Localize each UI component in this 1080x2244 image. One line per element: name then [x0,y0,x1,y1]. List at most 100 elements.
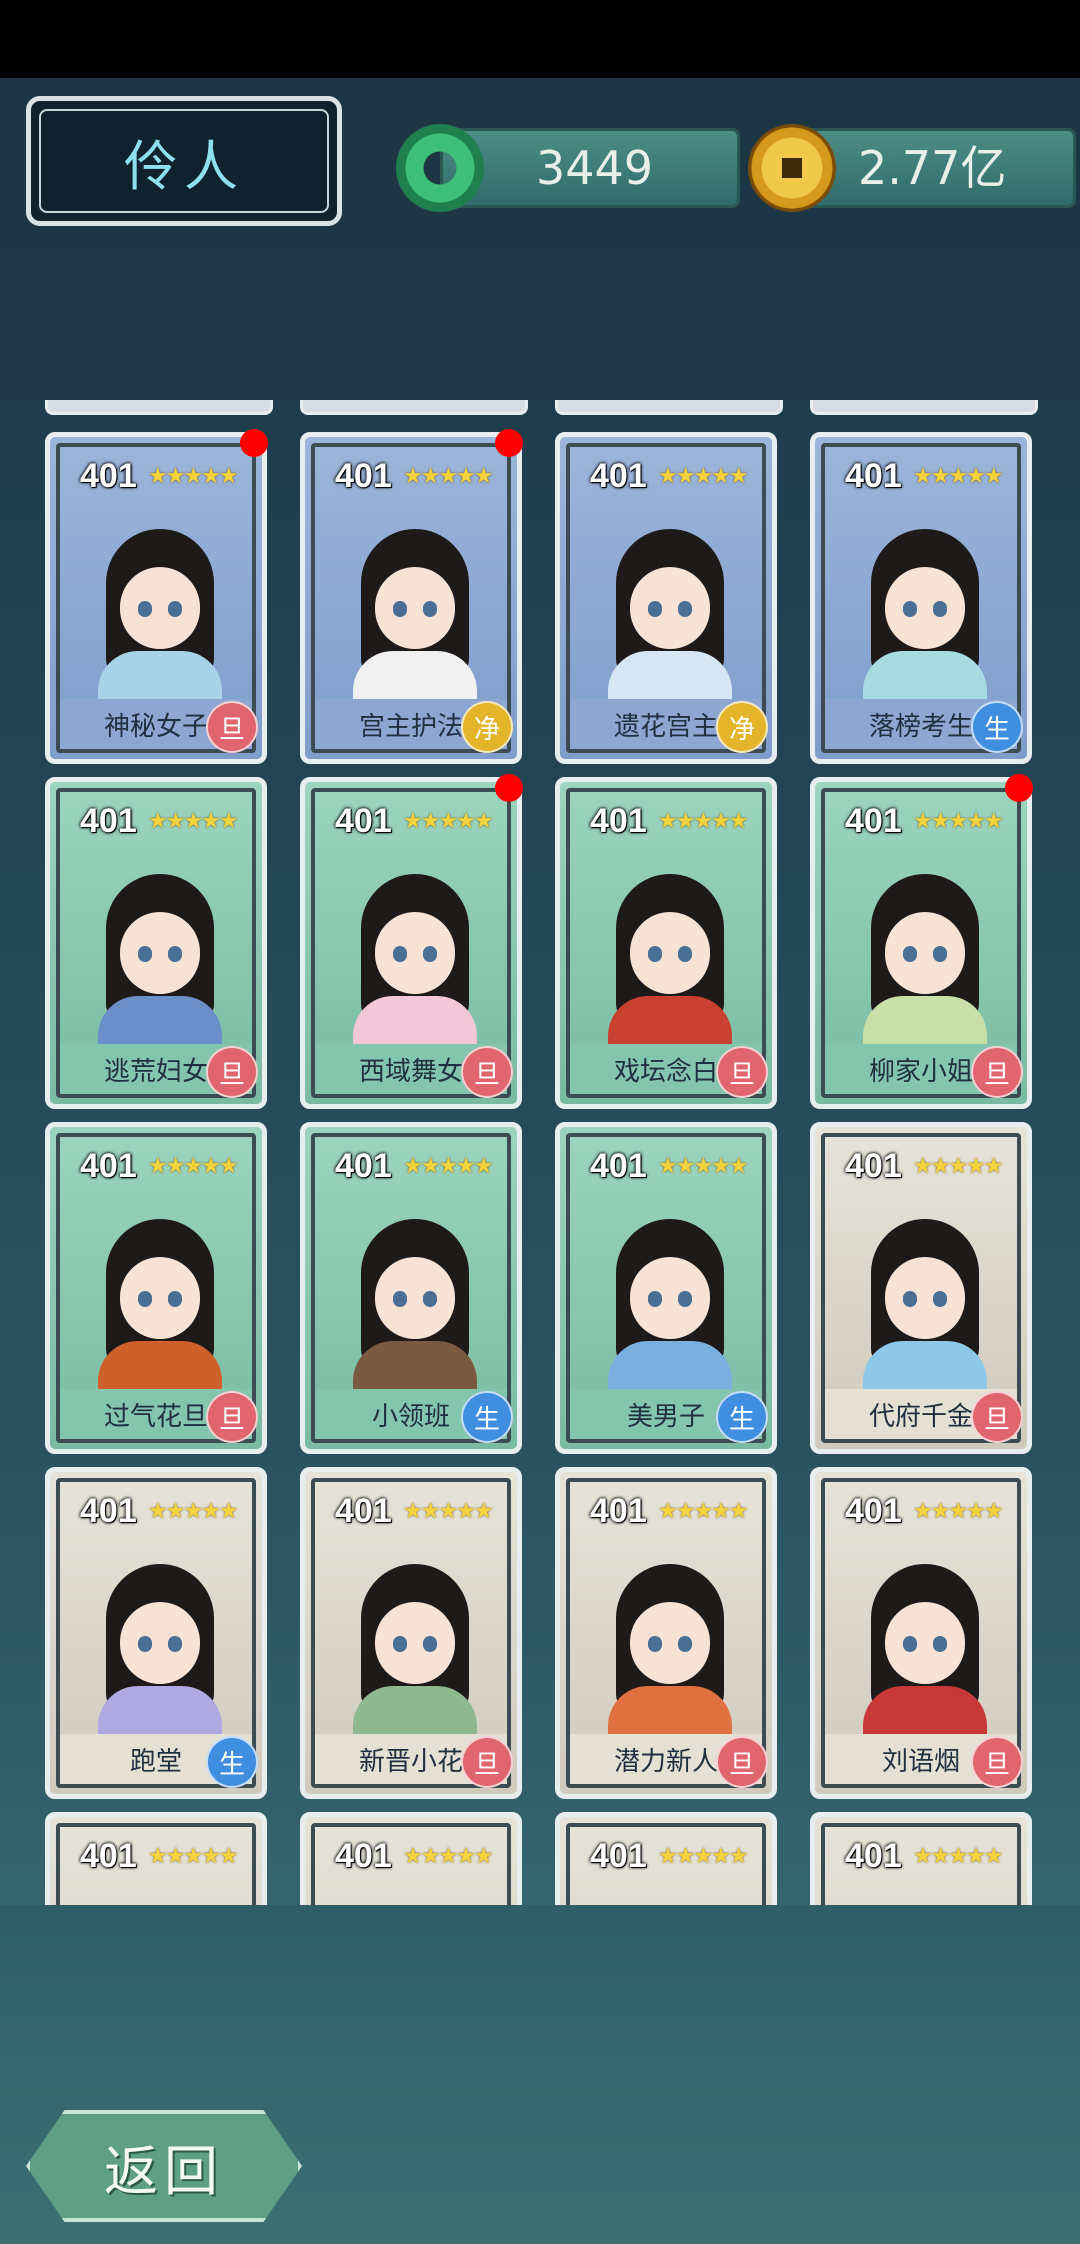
card-level: 401 [335,1837,392,1875]
card-level: 401 [335,457,392,495]
character-card[interactable]: 401 ★★★★★ [300,1812,522,1905]
role-badge: 旦 [461,1046,513,1098]
role-badge: 旦 [206,1046,258,1098]
card-level: 401 [845,457,902,495]
star-rating-icon: ★★★★★ [403,463,494,488]
role-badge: 旦 [716,1736,768,1788]
character-card[interactable]: 401 ★★★★★ 刘语烟旦 [810,1467,1032,1799]
role-badge: 旦 [206,1391,258,1443]
star-rating-icon: ★★★★★ [658,1153,749,1178]
character-portrait [353,529,477,705]
character-card[interactable]: 401 ★★★★★ [555,1812,777,1905]
card-level: 401 [590,1837,647,1875]
character-portrait [353,1564,477,1740]
character-card[interactable]: 401 ★★★★★ 代府千金旦 [810,1122,1032,1454]
star-rating-icon: ★★★★★ [913,1153,1004,1178]
coin-icon [748,124,836,212]
card-level: 401 [80,1147,137,1185]
card-level: 401 [845,1492,902,1530]
character-portrait [863,874,987,1050]
star-rating-icon: ★★★★★ [148,808,239,833]
card-level: 401 [80,802,137,840]
card-partial-top [45,400,273,415]
role-badge: 旦 [971,1736,1023,1788]
card-level: 401 [590,457,647,495]
character-portrait [98,1219,222,1395]
back-button-label: 返回 [104,2139,224,2203]
star-rating-icon: ★★★★★ [403,1843,494,1868]
character-card[interactable]: 401 ★★★★★ 遗花宫主净 [555,432,777,764]
role-badge: 生 [716,1391,768,1443]
star-rating-icon: ★★★★★ [658,1843,749,1868]
character-portrait [608,874,732,1050]
role-badge: 旦 [971,1391,1023,1443]
character-portrait [863,529,987,705]
jade-icon [396,124,484,212]
star-rating-icon: ★★★★★ [658,463,749,488]
card-level: 401 [80,457,137,495]
role-badge: 净 [716,701,768,753]
star-rating-icon: ★★★★★ [148,463,239,488]
jade-count: 3449 [536,141,654,195]
role-badge: 旦 [971,1046,1023,1098]
card-partial-top [300,400,528,415]
role-badge: 旦 [206,701,258,753]
character-grid[interactable]: 401 ★★★★★ 神秘女子旦 401 ★★★★★ 宫主护法净 401 ★★★★★ 遗花宫主净 4… [0,400,1080,1905]
role-badge: 生 [206,1736,258,1788]
character-portrait [353,1219,477,1395]
character-card[interactable]: 401 ★★★★★ 跑堂生 [45,1467,267,1799]
character-card[interactable]: 401 ★★★★★ 神秘女子旦 [45,429,268,764]
character-portrait [608,529,732,705]
star-rating-icon: ★★★★★ [658,808,749,833]
card-level: 401 [590,802,647,840]
role-badge: 净 [461,701,513,753]
character-portrait [608,1219,732,1395]
character-portrait [353,874,477,1050]
character-portrait [863,1219,987,1395]
character-card[interactable]: 401 ★★★★★ 美男子生 [555,1122,777,1454]
character-portrait [608,1564,732,1740]
card-level: 401 [335,1492,392,1530]
role-badge: 旦 [461,1736,513,1788]
star-rating-icon: ★★★★★ [913,1498,1004,1523]
role-badge: 生 [971,701,1023,753]
character-card[interactable]: 401 ★★★★★ 戏坛念白旦 [555,777,777,1109]
character-portrait [863,1564,987,1740]
card-level: 401 [845,802,902,840]
star-rating-icon: ★★★★★ [403,1153,494,1178]
character-card[interactable]: 401 ★★★★★ [810,1812,1032,1905]
character-card[interactable]: 401 ★★★★★ 逃荒妇女旦 [45,777,267,1109]
character-card[interactable]: 401 ★★★★★ 新晋小花旦 [300,1467,522,1799]
role-badge: 旦 [716,1046,768,1098]
card-level: 401 [845,1147,902,1185]
back-button[interactable]: 返回 [26,2110,302,2222]
star-rating-icon: ★★★★★ [403,1498,494,1523]
card-level: 401 [845,1837,902,1875]
star-rating-icon: ★★★★★ [148,1843,239,1868]
card-partial-top [810,400,1038,415]
card-level: 401 [335,802,392,840]
character-card[interactable]: 401 ★★★★★ 柳家小姐旦 [810,774,1033,1109]
character-portrait [98,529,222,705]
star-rating-icon: ★★★★★ [658,1498,749,1523]
character-card[interactable]: 401 ★★★★★ 落榜考生生 [810,432,1032,764]
card-level: 401 [590,1147,647,1185]
character-card[interactable]: 401 ★★★★★ 潜力新人旦 [555,1467,777,1799]
star-rating-icon: ★★★★★ [148,1153,239,1178]
character-card[interactable]: 401 ★★★★★ 过气花旦旦 [45,1122,267,1454]
character-portrait [98,874,222,1050]
card-level: 401 [80,1492,137,1530]
star-rating-icon: ★★★★★ [403,808,494,833]
character-portrait [98,1564,222,1740]
card-level: 401 [80,1837,137,1875]
status-bar [0,0,1080,78]
notification-dot [240,429,268,457]
character-card[interactable]: 401 ★★★★★ 小领班生 [300,1122,522,1454]
character-card[interactable]: 401 ★★★★★ 西域舞女旦 [300,774,523,1109]
star-rating-icon: ★★★★★ [148,1498,239,1523]
character-card[interactable]: 401 ★★★★★ 宫主护法净 [300,429,523,764]
star-rating-icon: ★★★★★ [913,1843,1004,1868]
character-card[interactable]: 401 ★★★★★ [45,1812,267,1905]
notification-dot [495,774,523,802]
card-level: 401 [335,1147,392,1185]
